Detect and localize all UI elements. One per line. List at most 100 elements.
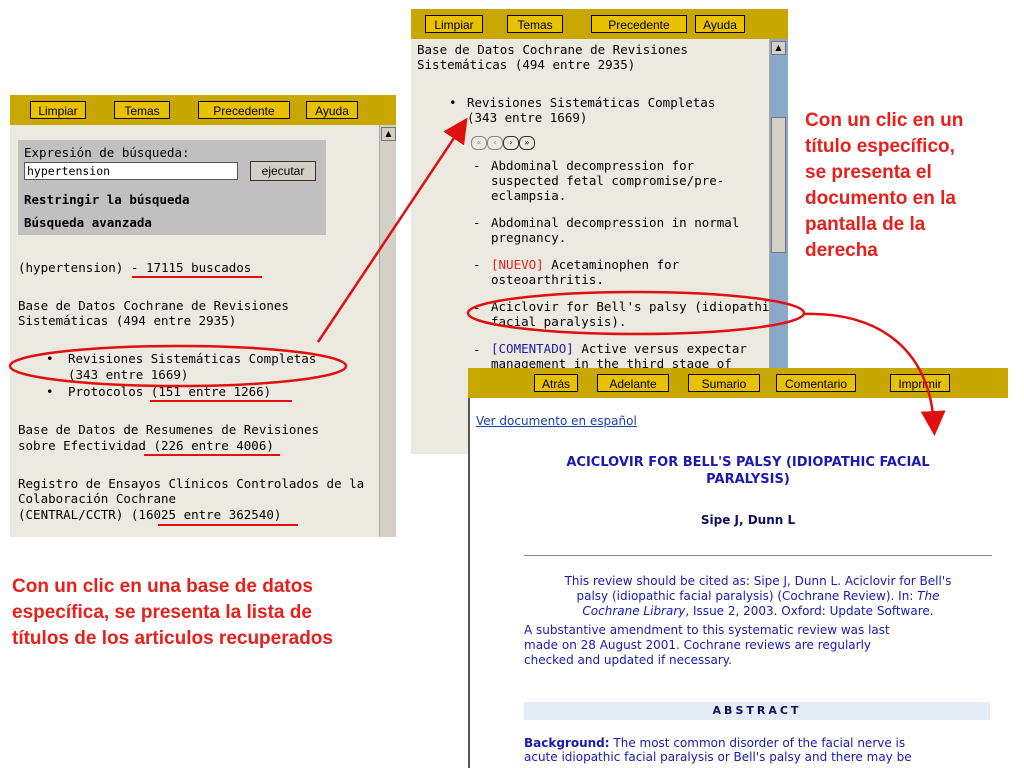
db2-title-line2[interactable]: sobre Efectividad (226 entre 4006)	[18, 438, 274, 453]
result-item-new[interactable]: [NUEVO] Acetaminophen for	[491, 257, 679, 272]
left-scrollbar[interactable]: ▲	[379, 125, 396, 537]
amendment-line2: made on 28 August 2001. Cochrane reviews…	[524, 638, 871, 652]
db-header-line2: Sistemáticas (494 entre 2935)	[417, 57, 636, 72]
search-input[interactable]: hypertension	[24, 162, 238, 180]
result-title-line1: Acetaminophen for	[543, 257, 680, 272]
background-part: The most common disorder of the facial n…	[609, 736, 906, 750]
db2-title-line1[interactable]: Base de Datos de Resumenes de Revisiones	[18, 422, 319, 437]
scroll-thumb[interactable]	[771, 117, 786, 253]
background-text: Background: The most common disorder of …	[524, 736, 994, 764]
abstract-heading: ABSTRACT	[524, 702, 990, 720]
result-title-line2[interactable]: pregnancy.	[491, 230, 566, 245]
result-title-line2[interactable]: facial paralysis).	[491, 314, 626, 329]
db3-count: 16025 entre 362540	[138, 507, 274, 522]
first-page-icon[interactable]: «	[471, 136, 487, 150]
callout-line: Con un clic en una base de datos	[12, 576, 313, 597]
query-term: (hypertension)	[18, 260, 124, 275]
callout-line: específica, se presenta la lista de	[12, 602, 312, 623]
search-label: Expresión de búsqueda:	[24, 145, 190, 160]
query-line: (hypertension) - 17115 buscados	[18, 260, 251, 275]
execute-button[interactable]: ejecutar	[250, 161, 316, 181]
result-title-line3[interactable]: eclampsia.	[491, 188, 566, 203]
result-title-line1[interactable]: Aciclovir for Bell's palsy (idiopathic	[491, 299, 777, 314]
back-button[interactable]: Atrás	[534, 374, 578, 392]
dash: -	[473, 300, 481, 315]
middle-toolbar: Limpiar Temas Precedente Ayuda	[411, 9, 788, 39]
dash: -	[473, 257, 481, 272]
previous-button[interactable]: Precedente	[198, 101, 290, 119]
topics-button[interactable]: Temas	[114, 101, 170, 119]
bullet-icon: •	[46, 384, 54, 399]
result-item-commented[interactable]: [COMENTADO] Active versus expectar	[491, 341, 747, 356]
underline-db3	[158, 524, 298, 526]
citation-line3: Cochrane Library, Issue 2, 2003. Oxford:…	[524, 604, 992, 619]
amendment-line3: checked and updated if necessary.	[524, 653, 732, 667]
callout-line: derecha	[805, 240, 878, 261]
comment-button[interactable]: Comentario	[776, 374, 856, 392]
citation-line1: This review should be cited as: Sipe J, …	[564, 574, 952, 588]
citation-text: This review should be cited as: Sipe J, …	[524, 574, 992, 619]
right-callout: Con un clic en un título específico, se …	[805, 108, 963, 264]
db1-title-line2[interactable]: Sistemáticas (494 entre 2935)	[18, 313, 236, 328]
previous-button[interactable]: Precedente	[591, 15, 687, 33]
clear-button[interactable]: Limpiar	[30, 101, 86, 119]
scroll-up-arrow-icon[interactable]: ▲	[771, 41, 786, 55]
bullet-icon: •	[449, 95, 457, 110]
left-border-line	[468, 398, 470, 768]
document-title: ACICLOVIR FOR BELL'S PALSY (IDIOPATHIC F…	[508, 454, 988, 488]
document-title-line2: PARALYSIS)	[706, 472, 790, 487]
document-title-line1: ACICLOVIR FOR BELL'S PALSY (IDIOPATHIC F…	[566, 455, 930, 470]
result-title-line1[interactable]: Abdominal decompression for	[491, 158, 694, 173]
db3-close: )	[273, 507, 282, 522]
protocols-count: (151 entre 1266)	[150, 384, 272, 399]
result-title-line2[interactable]: osteoarthritis.	[491, 272, 604, 287]
forward-button[interactable]: Adelante	[597, 374, 669, 392]
query-result: - 17115 buscados	[130, 260, 252, 275]
citation-italic: The	[917, 589, 940, 603]
topics-button[interactable]: Temas	[507, 15, 563, 33]
dash: -	[473, 158, 481, 173]
callout-line: Con un clic en un	[805, 110, 964, 131]
result-title-line1: Active versus expectar	[573, 341, 747, 356]
result-title-line1[interactable]: Abdominal decompression in normal	[491, 215, 739, 230]
callout-line: títulos de los articulos recuperados	[12, 628, 333, 649]
db3-title-line2[interactable]: Colaboración Cochrane	[18, 491, 176, 506]
help-button[interactable]: Ayuda	[306, 101, 358, 119]
commented-tag: [COMENTADO]	[491, 341, 574, 356]
print-button[interactable]: Imprimir	[890, 374, 950, 392]
restrict-search-link[interactable]: Restringir la búsqueda	[24, 192, 190, 207]
complete-reviews-link[interactable]: Revisiones Sistemáticas Completas	[68, 351, 316, 366]
clear-button[interactable]: Limpiar	[425, 15, 483, 33]
amendment-text: A substantive amendment to this systemat…	[524, 623, 994, 668]
db3-title-line3[interactable]: (CENTRAL/CCTR) (16025 entre 362540)	[18, 507, 281, 522]
db1-title-line1[interactable]: Base de Datos Cochrane de Revisiones	[18, 298, 289, 313]
complete-reviews-label: Revisiones Sistemáticas Completas	[467, 95, 716, 110]
citation-part: , Issue 2, 2003. Oxford: Update Software…	[685, 604, 934, 618]
db3-title-line1[interactable]: Registro de Ensayos Clínicos Controlados…	[18, 476, 364, 491]
background-line2: acute idiopathic facial paralysis or Bel…	[524, 750, 912, 764]
prev-page-icon[interactable]: ‹	[487, 136, 503, 150]
citation-part: palsy (idiopathic facial paralysis) (Coc…	[576, 589, 918, 603]
db2-label: sobre Efectividad	[18, 438, 154, 453]
callout-line: documento en la	[805, 188, 956, 209]
pager-controls: «‹ ›»	[471, 130, 535, 150]
result-title-line2[interactable]: suspected fetal compromise/pre-	[491, 173, 724, 188]
advanced-search-link[interactable]: Búsqueda avanzada	[24, 215, 152, 230]
next-page-icon[interactable]: ›	[503, 136, 519, 150]
dash: -	[473, 342, 481, 357]
db3-label: (CENTRAL/CCTR) (	[18, 507, 139, 522]
dash: -	[473, 215, 481, 230]
authors: Sipe J, Dunn L	[700, 513, 796, 527]
scroll-up-arrow-icon[interactable]: ▲	[381, 127, 396, 141]
left-toolbar: Limpiar Temas Precedente Ayuda	[10, 95, 396, 125]
right-panel: Atrás Adelante Sumario Comentario Imprim…	[468, 368, 1008, 768]
complete-reviews-count: (343 entre 1669)	[467, 110, 588, 125]
protocols-line: Protocolos (151 entre 1266)	[68, 384, 271, 399]
callout-line: título específico,	[805, 136, 955, 157]
summary-button[interactable]: Sumario	[688, 374, 760, 392]
amendment-line1: A substantive amendment to this systemat…	[524, 623, 890, 637]
protocols-link[interactable]: Protocolos	[68, 384, 151, 399]
last-page-icon[interactable]: »	[519, 136, 535, 150]
spanish-version-link[interactable]: Ver documento en español	[476, 414, 637, 428]
help-button[interactable]: Ayuda	[695, 15, 745, 33]
